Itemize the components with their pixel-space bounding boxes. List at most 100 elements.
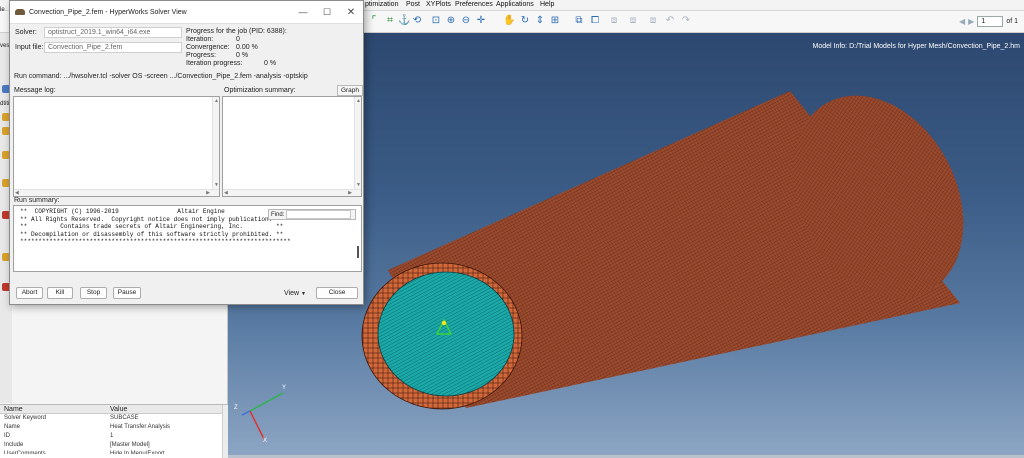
triad-z-label: Z bbox=[234, 405, 238, 411]
optimization-summary-label: Optimization summary: bbox=[224, 87, 296, 94]
triad-x-label: X bbox=[263, 438, 268, 444]
kill-button[interactable]: Kill bbox=[47, 287, 73, 299]
table-row[interactable]: Name Heat Transfer Analysis bbox=[0, 423, 228, 432]
hyperworks-icon bbox=[15, 9, 25, 15]
page-number-field[interactable]: 1 bbox=[977, 16, 1004, 27]
property-name: ID bbox=[4, 433, 10, 439]
message-log-hscrollbar[interactable]: ◀ ▶ bbox=[14, 189, 219, 196]
summary-line: ** Contains trade secrets of Altair Engi… bbox=[20, 223, 284, 230]
sidebar-fragment: dtiti bbox=[0, 101, 10, 107]
message-log-label: Message log: bbox=[14, 87, 56, 94]
table-row[interactable]: ID 1 bbox=[0, 432, 228, 441]
optimization-scrollbar[interactable]: ▲ ▼ bbox=[354, 97, 361, 196]
solver-label: Solver: bbox=[15, 29, 37, 36]
dialog-title: Convection_Pipe_2.fem - HyperWorks Solve… bbox=[29, 8, 187, 16]
convergence-label: Convergence: bbox=[186, 44, 230, 51]
summary-line: ** All Rights Reserved. Copyright notice… bbox=[20, 215, 284, 223]
menu-optimization[interactable]: ptimization bbox=[365, 1, 398, 8]
zoom-out-icon[interactable]: ⊖ bbox=[460, 15, 472, 27]
zoom-box-icon[interactable]: ⊡ bbox=[430, 15, 442, 27]
optimization-summary-pane[interactable]: ▲ ▼ ◀ ▶ bbox=[222, 96, 362, 197]
menu-xyplots[interactable]: XYPlots bbox=[426, 1, 451, 8]
copy-icon[interactable]: ⧉ bbox=[573, 15, 585, 27]
view-dropdown[interactable]: View ▼ bbox=[284, 290, 306, 297]
anchor-icon[interactable]: ⚓ bbox=[398, 15, 410, 27]
rotate-icon[interactable]: ⟲ bbox=[411, 15, 423, 27]
pause-button[interactable]: Pause bbox=[113, 287, 141, 299]
close-window-button[interactable]: ✕ bbox=[339, 1, 363, 24]
run-command: Run command: .../hwsolver.tcl -solver OS… bbox=[14, 73, 308, 80]
pan-hand-icon[interactable]: ✋ bbox=[503, 15, 515, 27]
summary-line: ****************************************… bbox=[20, 238, 291, 245]
property-value[interactable]: Heat Transfer Analysis bbox=[106, 423, 224, 432]
menu-post[interactable]: Post bbox=[406, 1, 420, 8]
table-row[interactable]: Include [Master Model] bbox=[0, 441, 228, 450]
summary-line: ** COPYRIGHT (C) 1996-2019 Altair Engine bbox=[20, 208, 225, 215]
sidebar-fragment: le bbox=[0, 7, 5, 13]
convergence-value: 0.00 % bbox=[236, 44, 258, 51]
progress-label: Progress: bbox=[186, 52, 216, 59]
paste-icon[interactable]: ⧠ bbox=[589, 15, 601, 27]
iteration-label: Iteration: bbox=[186, 36, 214, 43]
mask-icon[interactable]: ⧈ bbox=[608, 15, 620, 27]
property-table: Name Value Solver Keyword SUBCASE Name H… bbox=[0, 404, 228, 458]
table-row[interactable]: UserComments Hide In Menu/Export bbox=[0, 450, 228, 454]
run-summary-label: Run summary: bbox=[14, 197, 60, 204]
zoom-icon[interactable]: ⊕ bbox=[445, 15, 457, 27]
maximize-button[interactable]: ☐ bbox=[315, 1, 339, 24]
input-file-label: Input file: bbox=[15, 44, 44, 51]
solver-view-dialog: Convection_Pipe_2.fem - HyperWorks Solve… bbox=[9, 0, 364, 305]
iteration-value: 0 bbox=[236, 36, 240, 43]
axis-triad bbox=[241, 392, 284, 440]
optimization-hscrollbar[interactable]: ◀ ▶ bbox=[223, 189, 361, 196]
property-value[interactable]: Hide In Menu/Export bbox=[106, 450, 224, 454]
prev-page-icon[interactable]: ◀ bbox=[959, 17, 965, 26]
move-icon[interactable]: ⇕ bbox=[534, 15, 546, 27]
run-summary-pane[interactable]: ** COPYRIGHT (C) 1996-2019 Altair Engine… bbox=[13, 205, 362, 272]
triad-y-label: Y bbox=[282, 385, 287, 391]
graph-button[interactable]: Graph bbox=[337, 85, 363, 96]
input-file-field: Convection_Pipe_2.fem bbox=[44, 42, 182, 53]
redo-icon[interactable]: ↷ bbox=[680, 15, 692, 27]
page-count: of 1 bbox=[1006, 18, 1018, 25]
message-log-pane[interactable]: ▲ ▼ ◀ ▶ bbox=[13, 96, 220, 197]
property-name: UserComments bbox=[4, 451, 46, 454]
dialog-title-bar[interactable]: Convection_Pipe_2.fem - HyperWorks Solve… bbox=[10, 1, 363, 24]
stop-button[interactable]: Stop bbox=[80, 287, 107, 299]
run-summary-scrollbar[interactable] bbox=[357, 246, 359, 258]
next-page-icon[interactable]: ▶ bbox=[968, 17, 974, 26]
column-header-name: Name bbox=[4, 406, 23, 413]
message-log-scrollbar[interactable]: ▲ ▼ bbox=[212, 97, 219, 196]
iteration-progress-label: Iteration progress: bbox=[186, 60, 243, 67]
axis-view-icon[interactable]: ⌗ bbox=[384, 15, 396, 27]
property-value[interactable]: SUBCASE bbox=[106, 414, 224, 423]
unmask-icon[interactable]: ⧈ bbox=[647, 15, 659, 27]
center-icon[interactable]: ✛ bbox=[475, 15, 487, 27]
fit-view-icon[interactable]: ⌜ bbox=[368, 15, 380, 27]
solver-field: optistruct_2019.1_win64_i64.exe bbox=[44, 27, 182, 38]
spin-icon[interactable]: ↻ bbox=[519, 15, 531, 27]
menu-help[interactable]: Help bbox=[540, 1, 554, 8]
close-button[interactable]: Close bbox=[316, 287, 358, 299]
view-label: View bbox=[284, 290, 300, 297]
iteration-progress-value: 0 % bbox=[264, 60, 277, 67]
page-navigator: ◀ ▶ 1 of 1 bbox=[959, 15, 1018, 28]
property-value[interactable]: 1 bbox=[106, 432, 224, 441]
progress-title: Progress for the job (PID: 6388): bbox=[186, 28, 287, 35]
summary-line: ** Decompilation or disassembly of this … bbox=[20, 230, 284, 238]
progress-value: 0 % bbox=[236, 52, 249, 59]
minimize-button[interactable]: — bbox=[291, 1, 315, 24]
undo-icon[interactable]: ↶ bbox=[664, 15, 676, 27]
menu-applications[interactable]: Applications bbox=[496, 1, 534, 8]
display-icon[interactable]: ⧈ bbox=[627, 15, 639, 27]
find-label: Find: bbox=[271, 211, 285, 218]
abort-button[interactable]: Abort bbox=[16, 287, 43, 299]
property-name: Name bbox=[4, 424, 21, 430]
find-input[interactable] bbox=[286, 210, 352, 219]
table-row[interactable]: Solver Keyword SUBCASE bbox=[0, 414, 228, 423]
property-value[interactable]: [Master Model] bbox=[106, 441, 224, 450]
menu-preferences[interactable]: Preferences bbox=[455, 1, 493, 8]
clip-icon[interactable]: ⊞ bbox=[549, 15, 561, 27]
property-name: Include bbox=[4, 442, 24, 448]
chevron-down-icon: ▼ bbox=[301, 291, 306, 297]
